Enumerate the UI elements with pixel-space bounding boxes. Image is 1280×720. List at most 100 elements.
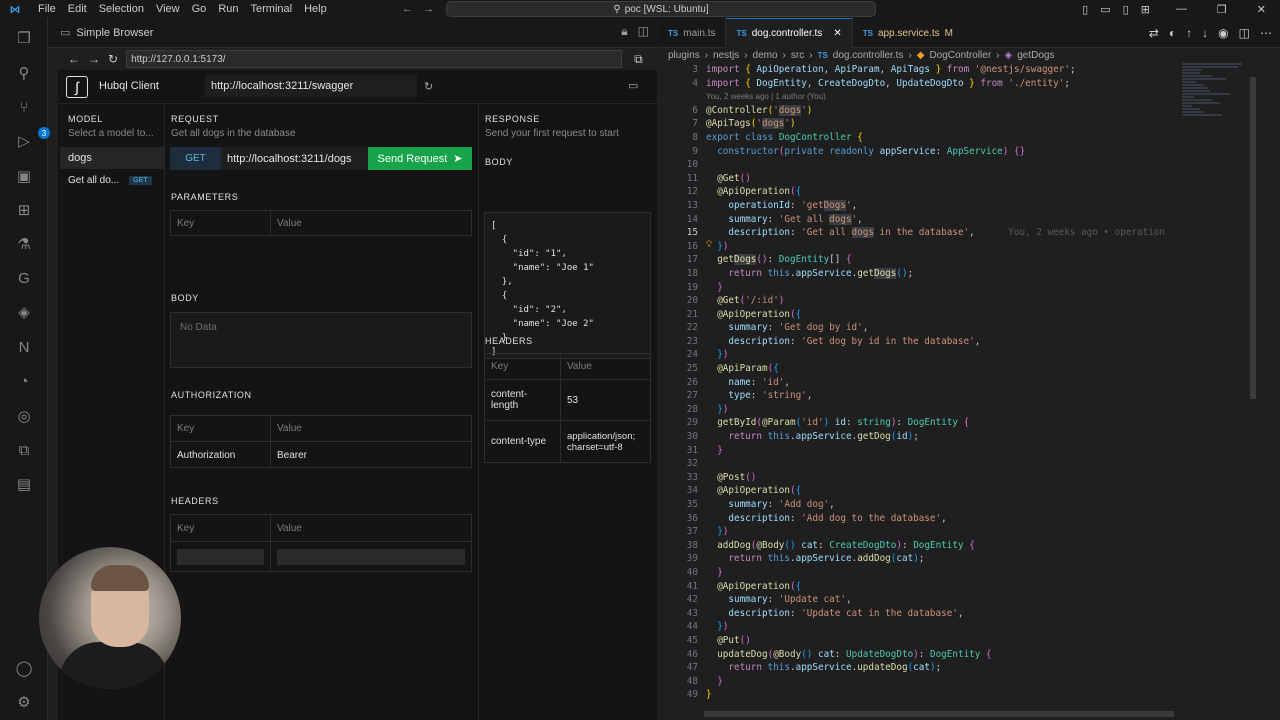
api-url-input[interactable]: http://localhost:3211/swagger: [205, 75, 417, 97]
extensions-icon[interactable]: ⊞: [14, 200, 34, 220]
remote-explorer-icon[interactable]: ▣: [14, 166, 34, 186]
breadcrumb-item[interactable]: src: [791, 50, 804, 61]
refresh-icon[interactable]: ↻: [424, 80, 433, 93]
vertical-scrollbar[interactable]: [1250, 77, 1256, 399]
gitlens-icon[interactable]: G: [14, 268, 34, 288]
browser-forward-icon[interactable]: →: [88, 52, 100, 66]
horizontal-scrollbar[interactable]: [704, 711, 1174, 717]
more-actions-icon[interactable]: ⋯: [1260, 26, 1272, 40]
auth-value-input[interactable]: Bearer: [271, 442, 471, 468]
menu-run[interactable]: Run: [218, 3, 238, 15]
model-item-label: Get all do...: [68, 174, 120, 186]
menu-file[interactable]: File: [38, 3, 56, 15]
browser-back-icon[interactable]: ←: [68, 52, 80, 66]
nx-console-icon[interactable]: N: [14, 337, 34, 357]
codelens-authors[interactable]: You, 2 weeks ago | 1 author (You): [706, 92, 826, 101]
explorer-icon[interactable]: ❐: [14, 28, 34, 48]
breadcrumb-item[interactable]: plugins: [668, 50, 700, 61]
previous-change-icon[interactable]: ↑: [1186, 26, 1192, 40]
restore-icon[interactable]: ❐: [1217, 3, 1227, 16]
response-header-row: content-length 53: [485, 380, 650, 421]
pull-requests-icon[interactable]: ⧉: [14, 440, 34, 460]
source-control-icon[interactable]: ⑂: [14, 97, 34, 117]
testing-icon[interactable]: ⚗: [14, 234, 34, 254]
header-value-input[interactable]: [277, 548, 465, 565]
auth-key-input[interactable]: Authorization: [171, 442, 271, 468]
breadcrumb-item[interactable]: DogController: [929, 50, 991, 61]
method-selector[interactable]: GET: [170, 147, 221, 170]
close-tab-icon[interactable]: ✕: [833, 28, 841, 39]
lock-icon[interactable]: 🔒︎: [621, 24, 627, 39]
send-request-button[interactable]: Send Request ➤: [368, 147, 472, 170]
simple-browser-tab[interactable]: ▭ Simple Browser: [48, 18, 165, 48]
breadcrumb-item[interactable]: demo: [753, 50, 778, 61]
code-line: import { ApiOperation, ApiParam, ApiTags…: [706, 64, 1076, 75]
parameter-key-input[interactable]: Key: [171, 211, 271, 235]
menu-help[interactable]: Help: [304, 3, 327, 15]
menu-view[interactable]: View: [156, 3, 180, 15]
request-body-textarea[interactable]: No Data: [170, 312, 472, 368]
menu-go[interactable]: Go: [192, 3, 207, 15]
code-line: @ApiOperation({: [717, 485, 802, 497]
split-editor-right-icon[interactable]: ◫: [1239, 26, 1250, 40]
toggle-sidebar-icon[interactable]: ▯: [1082, 3, 1088, 16]
model-item-dogs[interactable]: dogs: [60, 147, 164, 169]
toggle-panel-icon[interactable]: ▭: [1100, 3, 1110, 16]
run-debug-icon[interactable]: ▷: [14, 131, 34, 151]
browser-url-input[interactable]: http://127.0.0.1:5173/: [126, 50, 623, 68]
tab-label: app.service.ts: [877, 27, 940, 39]
minimap[interactable]: [1182, 63, 1254, 143]
message-icon[interactable]: ▭: [628, 79, 638, 92]
gitlens-blame-icon[interactable]: ◉: [1218, 26, 1228, 40]
search-icon[interactable]: ⚲: [14, 63, 34, 83]
back-arrow-icon[interactable]: ←: [402, 3, 413, 15]
menu-terminal[interactable]: Terminal: [251, 3, 293, 15]
compare-changes-icon[interactable]: ⇄: [1149, 26, 1159, 40]
menu-edit[interactable]: Edit: [68, 3, 87, 15]
comments-icon[interactable]: ▤: [14, 474, 34, 494]
code-line: }): [717, 349, 729, 361]
line-number: 16: [686, 240, 698, 252]
command-center-search[interactable]: ⚲ poc [WSL: Ubuntu]: [446, 1, 876, 17]
menu-bar: File Edit Selection View Go Run Terminal…: [30, 3, 327, 15]
browser-reload-icon[interactable]: ↻: [108, 52, 118, 66]
lightbulb-icon[interactable]: 💡︎: [706, 240, 712, 250]
open-changes-icon[interactable]: ◐: [1169, 26, 1176, 40]
tab-app-service-ts[interactable]: TS app.service.ts M: [853, 18, 963, 48]
send-request-label: Send Request: [377, 152, 448, 165]
minimize-icon[interactable]: —: [1176, 3, 1187, 15]
tab-dog-controller-ts[interactable]: TS dog.controller.ts ✕: [726, 18, 853, 48]
simple-browser-navbar: ← → ↻ http://127.0.0.1:5173/ ⧉: [48, 48, 657, 70]
menu-selection[interactable]: Selection: [99, 3, 144, 15]
request-url-input[interactable]: http://localhost:3211/dogs: [221, 147, 368, 170]
tab-main-ts[interactable]: TS main.ts: [658, 18, 727, 48]
open-external-icon[interactable]: ⧉: [634, 52, 643, 67]
line-number: [658, 90, 698, 104]
forward-arrow-icon[interactable]: →: [423, 3, 434, 15]
customize-layout-icon[interactable]: ⊞: [1141, 3, 1150, 16]
breadcrumb-item[interactable]: getDogs: [1017, 50, 1054, 61]
vscode-logo-icon: ⋈: [9, 3, 21, 16]
breadcrumb-item[interactable]: dog.controller.ts: [833, 50, 904, 61]
model-item-get-all-dogs[interactable]: Get all do... GET: [60, 169, 164, 191]
header-key-input[interactable]: [177, 548, 264, 565]
line-number: 27: [686, 390, 698, 402]
response-value-header: Value: [567, 361, 592, 372]
code-line: }): [717, 526, 729, 538]
close-window-icon[interactable]: ✕: [1257, 3, 1266, 16]
manage-gear-icon[interactable]: ⚙: [14, 692, 34, 712]
response-headers-table: Key Value content-length 53 content-type…: [484, 353, 651, 463]
source-control-badge: 3: [38, 127, 50, 139]
account-icon[interactable]: ◯: [14, 658, 34, 678]
docker-icon[interactable]: ◈: [14, 302, 34, 322]
split-editor-icon[interactable]: ◫: [638, 24, 649, 39]
next-change-icon[interactable]: ↓: [1202, 26, 1208, 40]
breadcrumb-item[interactable]: nestjs: [713, 50, 739, 61]
parameter-value-input[interactable]: Value: [271, 211, 471, 235]
settings-sync-icon[interactable]: ◎: [14, 406, 34, 426]
code-line: return this.appService.updateDog(cat);: [728, 662, 942, 674]
toggle-secondary-sidebar-icon[interactable]: ▯: [1123, 3, 1129, 16]
code-editor[interactable]: 3 4 6 7 8 9 10 11 12 13 14 15 16 17 18 19 20 21 22 23 24 25 26…: [658, 63, 1280, 720]
code-content[interactable]: import { ApiOperation, ApiParam, ApiTags…: [706, 63, 1226, 702]
git-graph-icon[interactable]: ◔: [14, 371, 34, 391]
